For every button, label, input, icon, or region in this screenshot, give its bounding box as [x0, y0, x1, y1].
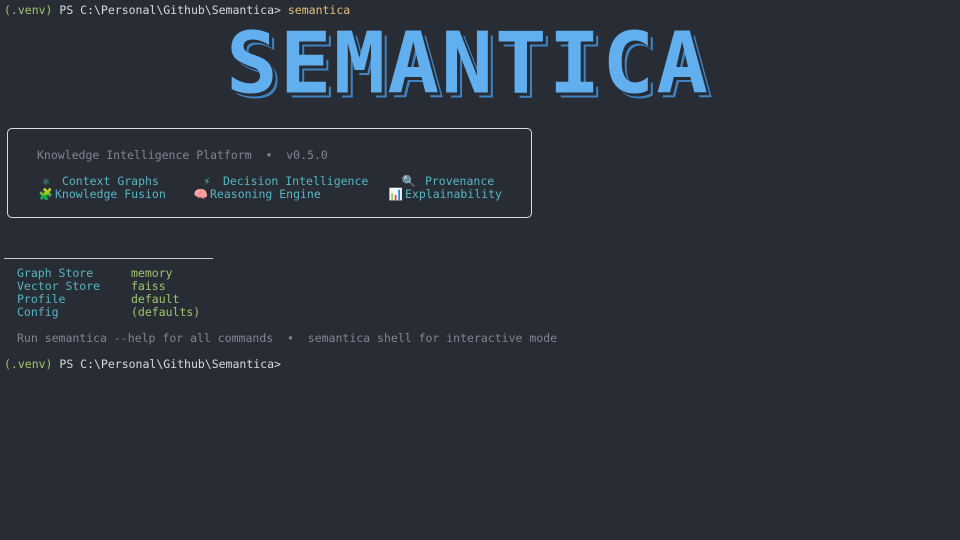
config-value-config: (defaults) — [131, 305, 201, 319]
config-value-vector-store: faiss — [131, 279, 166, 293]
config-value-profile: default — [131, 292, 180, 306]
ascii-banner: SEMANTICA — [226, 15, 710, 114]
info-panel — [7, 128, 532, 218]
chart-icon: 📊 — [388, 187, 404, 201]
banner-logo: SEMANTICA — [226, 15, 710, 114]
puzzle-icon: 🧩 — [38, 187, 54, 201]
lightning-icon: ⚡ — [203, 174, 211, 188]
prompt-path-2: PS C:\Personal\Github\Semantica> — [52, 357, 281, 371]
brain-icon: 🧠 — [193, 187, 209, 201]
feature-context-graphs: ⚛ Context Graphs — [37, 174, 159, 188]
magnifier-icon: 🔍 — [401, 174, 417, 188]
config-key-vector-store: Vector Store — [17, 279, 101, 293]
venv-indicator: (.venv) — [4, 3, 53, 17]
venv-indicator-2: (.venv) — [4, 357, 53, 371]
config-key-config: Config — [17, 305, 59, 319]
config-value-graph-store: memory — [131, 266, 173, 280]
config-key-profile: Profile — [17, 292, 66, 306]
help-hint: Run semantica --help for all commands • … — [17, 331, 558, 345]
feature-explainability: 📊 Explainability — [388, 187, 502, 201]
feature-decision-intelligence: ⚡ Decision Intelligence — [198, 174, 369, 188]
separator-rule — [4, 258, 213, 259]
feature-provenance: 🔍 Provenance — [401, 174, 495, 188]
config-key-graph-store: Graph Store — [17, 266, 94, 280]
feature-knowledge-fusion: 🧩 Knowledge Fusion — [38, 187, 166, 201]
prompt-line-2[interactable]: (.venv) PS C:\Personal\Github\Semantica> — [4, 357, 281, 371]
platform-subtitle: Knowledge Intelligence Platform • v0.5.0 — [37, 148, 328, 162]
atom-icon: ⚛ — [42, 174, 50, 188]
feature-reasoning-engine: 🧠 Reasoning Engine — [193, 187, 321, 201]
